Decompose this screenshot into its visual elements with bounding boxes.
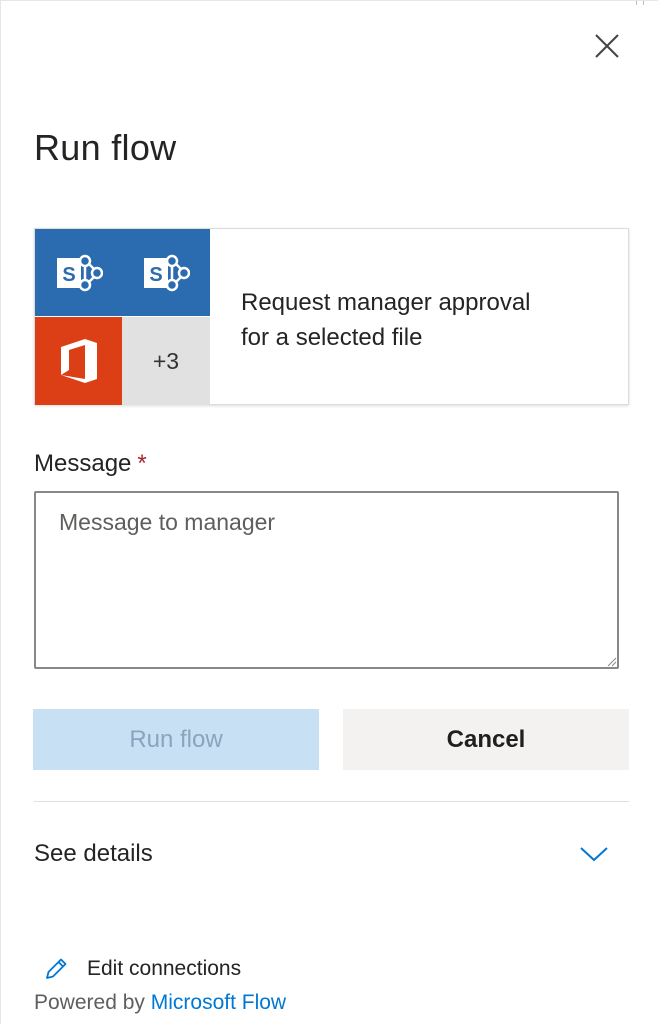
message-label-text: Message — [34, 450, 132, 477]
page-title: Run flow — [34, 127, 177, 168]
powered-by: Powered by Microsoft Flow — [34, 991, 286, 1015]
flow-name-line-1: Request manager approval — [241, 289, 531, 316]
message-input[interactable] — [34, 491, 619, 669]
sharepoint-icon: S — [56, 254, 103, 291]
connector-tile-sharepoint-1: S — [35, 229, 122, 316]
edit-connections-link[interactable]: Edit connections — [43, 951, 241, 987]
powered-by-prefix: Powered by — [34, 991, 145, 1014]
run-flow-panel: Run flow S S +3 Request manager approval… — [0, 0, 658, 1024]
flow-card: S S +3 Request manager approval for a se… — [34, 228, 629, 405]
required-indicator: * — [137, 450, 147, 477]
message-label: Message * — [34, 450, 147, 478]
run-flow-button[interactable]: Run flow — [33, 709, 319, 770]
see-details-toggle[interactable]: See details — [34, 821, 629, 887]
connector-tile-office — [35, 317, 122, 405]
microsoft-flow-link[interactable]: Microsoft Flow — [151, 991, 286, 1014]
close-button[interactable] — [591, 30, 623, 62]
chevron-down-icon — [579, 845, 609, 863]
edit-connections-label: Edit connections — [87, 957, 242, 980]
cancel-button[interactable]: Cancel — [343, 709, 629, 770]
flow-name: Request manager approval for a selected … — [241, 285, 601, 355]
close-icon — [595, 34, 619, 58]
resize-grip-icon[interactable] — [605, 655, 617, 667]
scroll-edge-mark — [636, 1, 644, 5]
svg-text:S: S — [62, 264, 75, 286]
see-details-label: See details — [34, 840, 153, 867]
svg-text:S: S — [149, 264, 162, 286]
sharepoint-icon: S — [144, 254, 190, 291]
flow-name-line-2: for a selected file — [241, 324, 423, 351]
more-connectors-count: +3 — [122, 317, 210, 405]
pencil-icon — [46, 958, 67, 979]
connector-tile-sharepoint-2: S — [122, 229, 210, 316]
divider — [34, 801, 629, 802]
office-icon — [60, 339, 97, 383]
